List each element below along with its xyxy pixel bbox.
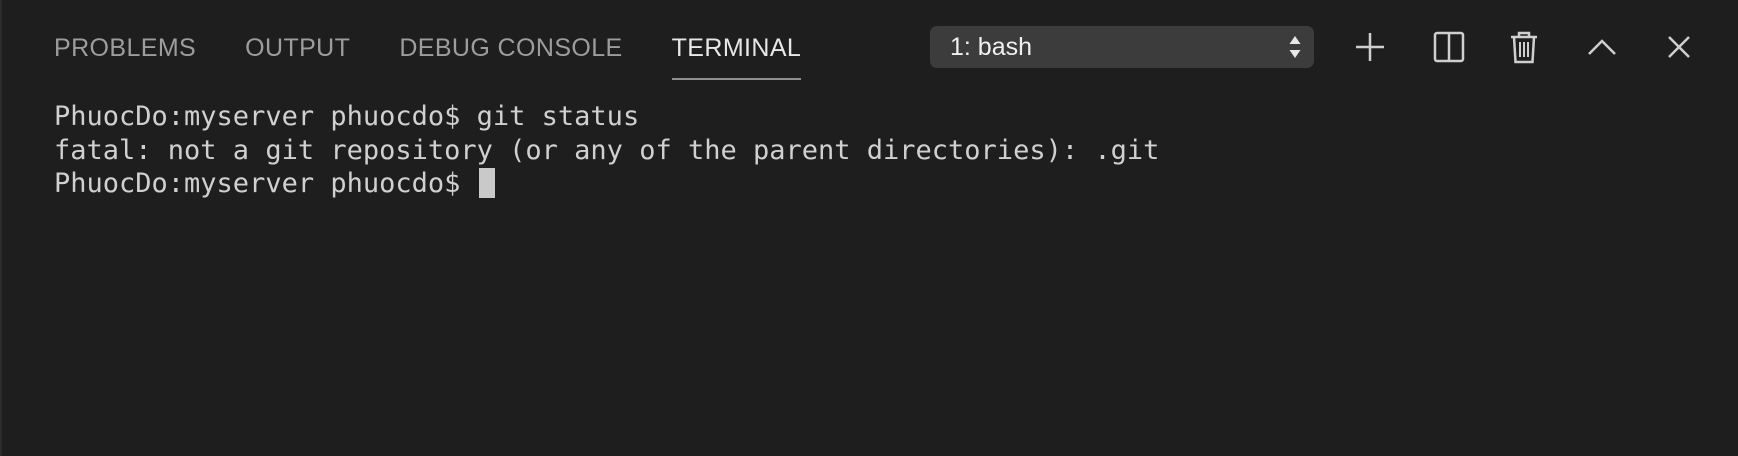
chevron-up-icon[interactable] [1581,26,1623,68]
terminal-prompt: PhuocDo:myserver phuocdo$ [54,101,477,132]
tab-label: DEBUG CONSOLE [399,33,623,62]
terminal-prompt: PhuocDo:myserver phuocdo$ [54,168,477,199]
terminal-command: git status [476,101,640,132]
panel-tabs: PROBLEMS OUTPUT DEBUG CONSOLE TERMINAL [54,0,850,96]
terminal-select-value: 1: bash [950,32,1033,61]
plus-icon[interactable] [1349,26,1391,68]
tab-label: TERMINAL [671,33,802,62]
tab-output[interactable]: OUTPUT [245,0,350,96]
panel-header: PROBLEMS OUTPUT DEBUG CONSOLE TERMINAL 1… [2,0,1738,96]
terminal-instance-select[interactable]: 1: bash [930,26,1314,68]
select-arrows-icon [1288,33,1302,61]
terminal-line: PhuocDo:myserver phuocdo$ [54,167,1718,201]
close-icon[interactable] [1658,26,1700,68]
split-terminal-icon[interactable] [1428,26,1470,68]
terminal-line: PhuocDo:myserver phuocdo$ git status [54,100,1718,134]
terminal-line: fatal: not a git repository (or any of t… [54,134,1718,168]
terminal-cursor [478,168,495,198]
tab-problems[interactable]: PROBLEMS [54,0,196,96]
terminal-error-output: fatal: not a git repository (or any of t… [54,134,1160,166]
tab-terminal[interactable]: TERMINAL [671,0,802,96]
terminal-panel: PROBLEMS OUTPUT DEBUG CONSOLE TERMINAL 1… [0,0,1738,456]
terminal-output[interactable]: PhuocDo:myserver phuocdo$ git status fat… [54,100,1718,456]
tab-debug-console[interactable]: DEBUG CONSOLE [399,0,622,96]
tab-label: PROBLEMS [54,33,197,62]
tab-label: OUTPUT [245,33,351,62]
trash-icon[interactable] [1503,26,1545,68]
